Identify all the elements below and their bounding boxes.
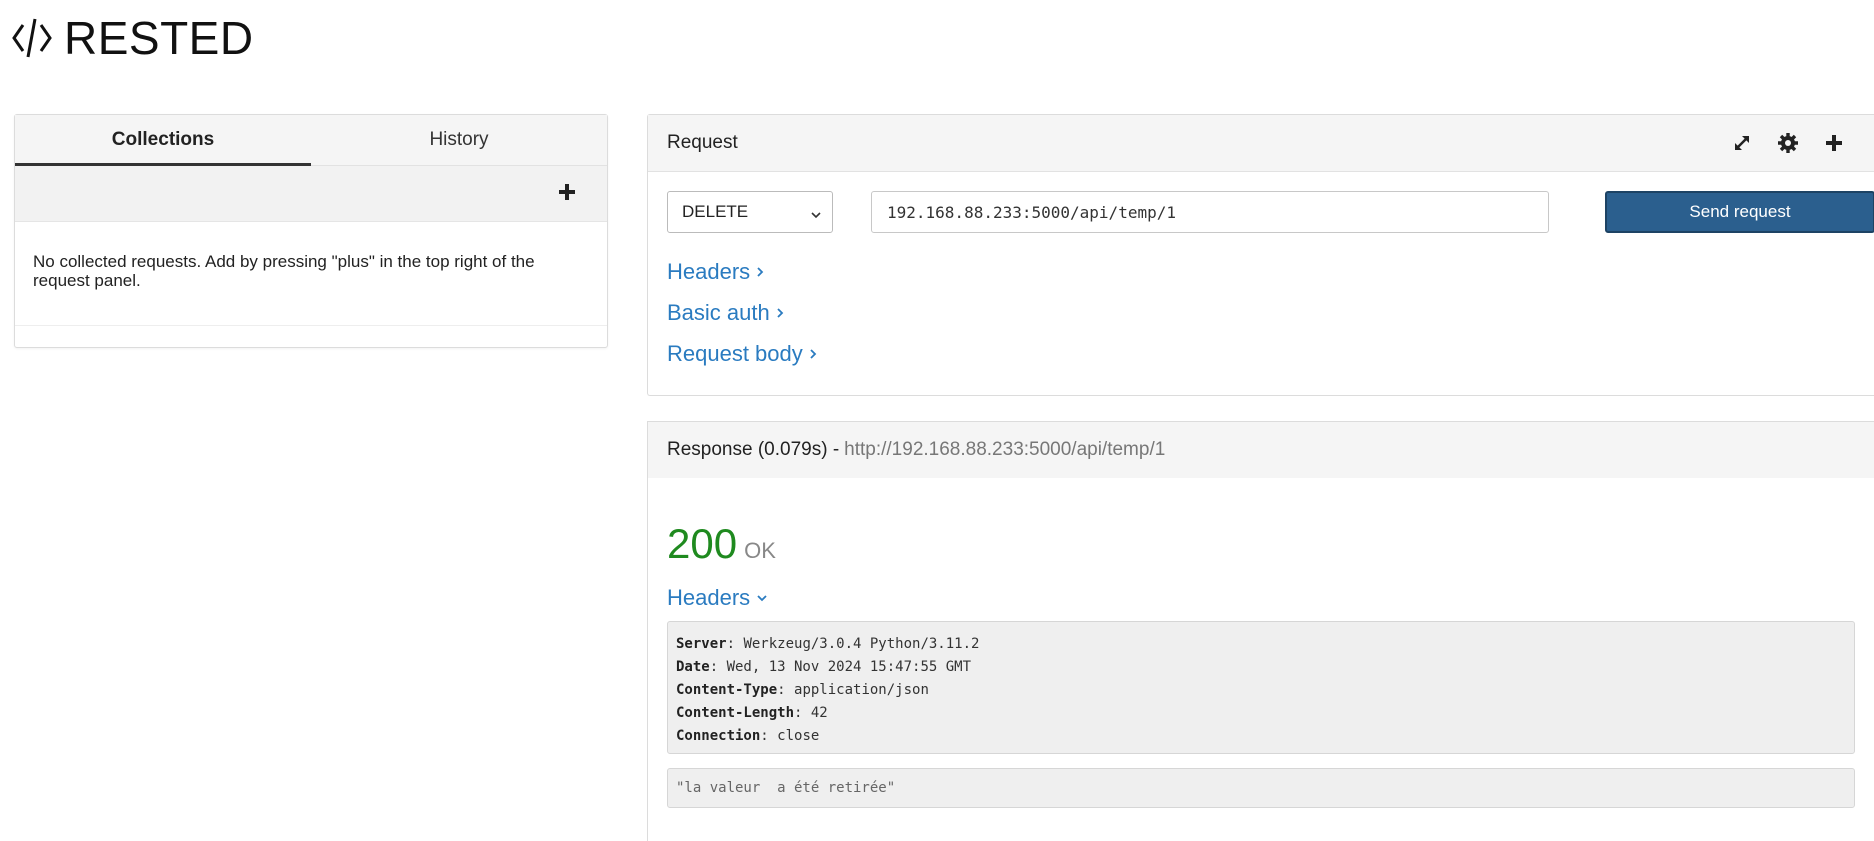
basic-auth-toggle[interactable]: Basic auth [667,292,818,333]
response-url: http://192.168.88.233:5000/api/temp/1 [844,439,1166,460]
chevron-right-icon [757,266,764,277]
response-header-row: Content-Type: application/json [676,682,929,698]
header-key: Content-Length [676,705,795,721]
chevron-down-icon [810,206,822,226]
headers-toggle[interactable]: Headers [667,251,818,292]
response-headers: Server: Werkzeug/3.0.4 Python/3.11.2 Dat… [667,621,1855,754]
status-code: 200 [667,520,738,567]
status-text: OK [744,538,776,563]
app-title: RESTED [64,12,254,64]
header-key: Server [676,636,727,652]
header-value: 42 [810,705,828,721]
add-to-collection-plus-icon[interactable] [1822,131,1846,155]
header-value: Wed, 13 Nov 2024 15:47:55 GMT [726,659,972,675]
response-panel-header: Response (0.079s) - http://192.168.88.23… [648,422,1874,478]
tab-history[interactable]: History [311,115,607,165]
header-key: Content-Type [676,682,778,698]
url-input[interactable] [871,191,1549,233]
header-value: Werkzeug/3.0.4 Python/3.11.2 [743,636,980,652]
basic-auth-toggle-label: Basic auth [667,299,770,325]
header-key: Date [676,659,710,675]
response-panel: Response (0.079s) - http://192.168.88.23… [647,421,1874,841]
request-options: Headers Basic auth Request body [667,251,818,374]
response-headers-toggle-label: Headers [667,584,751,610]
method-select[interactable]: DELETE [667,191,833,233]
app-header: RESTED [12,8,254,68]
headers-toggle-label: Headers [667,258,751,284]
add-collection-plus-icon[interactable] [555,180,579,204]
method-value: DELETE [682,202,749,221]
response-header-row: Connection: close [676,728,820,744]
request-row: DELETE Send request [667,191,1874,233]
code-brackets-icon [12,15,52,61]
request-panel-header: Request [648,115,1874,172]
response-headers-toggle[interactable]: Headers [667,577,769,618]
header-value: application/json [794,682,929,698]
request-panel: Request DELETE 192.168.88.233:5000/api/t… [647,114,1874,396]
response-header-row: Content-Length: 42 [676,705,828,721]
response-title: Response (0.079s) - [667,439,840,460]
response-body: "la valeur a été retirée" [667,768,1855,808]
response-header-row: Server: Werkzeug/3.0.4 Python/3.11.2 [676,636,980,652]
collections-toolbar [15,166,607,222]
header-value: close [777,728,820,744]
divider [15,325,607,326]
request-title: Request [667,132,738,153]
chevron-right-icon [810,348,817,359]
collections-panel: Collections History No collected request… [14,114,608,348]
response-header-row: Date: Wed, 13 Nov 2024 15:47:55 GMT [676,659,972,675]
sidebar-tabs: Collections History [15,115,607,166]
request-body-toggle-label: Request body [667,340,803,366]
tab-collections[interactable]: Collections [15,115,311,166]
empty-collections-message: No collected requests. Add by pressing "… [33,252,535,290]
chevron-right-icon [777,307,784,318]
header-key: Connection [676,728,761,744]
request-header-actions [1730,131,1846,155]
request-body-toggle[interactable]: Request body [667,333,818,374]
expand-icon[interactable] [1730,131,1754,155]
response-status: 200 OK [667,520,776,568]
gear-icon[interactable] [1776,131,1800,155]
chevron-down-icon [757,594,767,601]
send-request-button[interactable]: Send request [1605,191,1874,233]
